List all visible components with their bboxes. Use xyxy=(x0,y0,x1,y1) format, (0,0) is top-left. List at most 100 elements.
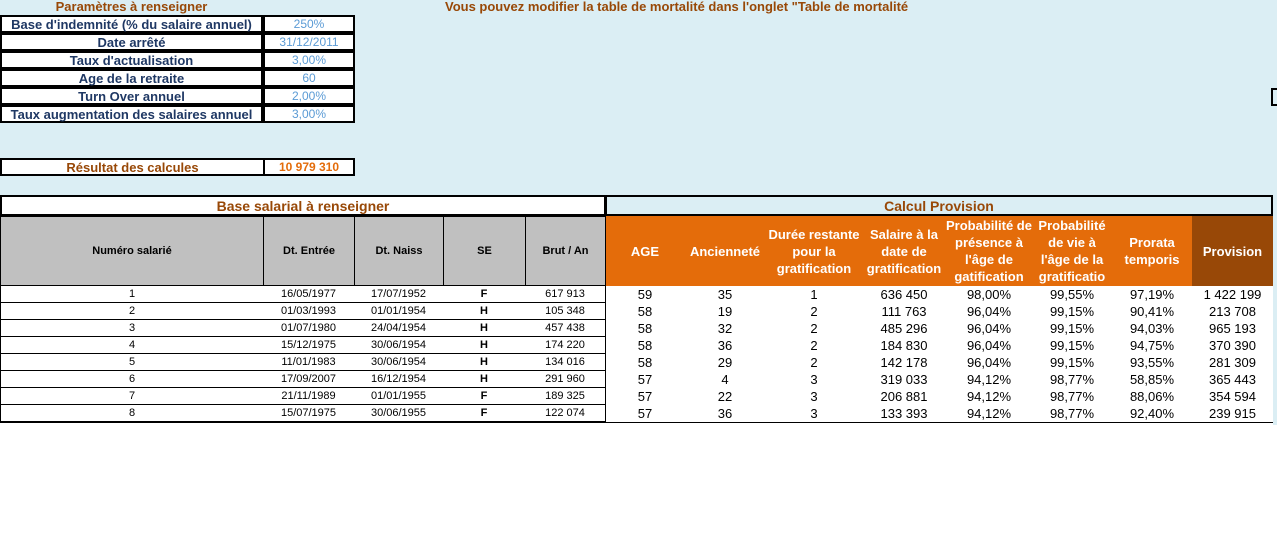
cell-duree[interactable]: 2 xyxy=(766,320,862,337)
cell-se[interactable]: F xyxy=(443,405,526,422)
cell-se[interactable]: H xyxy=(443,354,526,371)
cell-age[interactable]: 57 xyxy=(606,405,684,422)
cell-presence[interactable]: 94,12% xyxy=(946,405,1032,422)
cell-duree[interactable]: 3 xyxy=(766,388,862,405)
cell-entree[interactable]: 16/05/1977 xyxy=(263,286,355,303)
param-value-turn-over[interactable]: 2,00% xyxy=(263,87,355,105)
cell-vie[interactable]: 99,15% xyxy=(1032,337,1112,354)
cell-num[interactable]: 2 xyxy=(0,303,264,320)
cell-naiss[interactable]: 01/01/1955 xyxy=(354,388,444,405)
cell-vie[interactable]: 98,77% xyxy=(1032,405,1112,422)
cell-brut[interactable]: 105 348 xyxy=(525,303,606,320)
cell-entree[interactable]: 15/07/1975 xyxy=(263,405,355,422)
cell-salaire[interactable]: 206 881 xyxy=(862,388,946,405)
cell-age[interactable]: 58 xyxy=(606,303,684,320)
cell-duree[interactable]: 2 xyxy=(766,337,862,354)
cell-duree[interactable]: 3 xyxy=(766,405,862,422)
cell-entree[interactable]: 21/11/1989 xyxy=(263,388,355,405)
cell-prorata[interactable]: 94,03% xyxy=(1112,320,1192,337)
param-value-base-indemnite[interactable]: 250% xyxy=(263,15,355,33)
cell-prorata[interactable]: 97,19% xyxy=(1112,286,1192,303)
cell-se[interactable]: H xyxy=(443,337,526,354)
cell-provision[interactable]: 281 309 xyxy=(1192,354,1273,371)
cell-anc[interactable]: 22 xyxy=(684,388,766,405)
param-value-age-retraite[interactable]: 60 xyxy=(263,69,355,87)
cell-se[interactable]: F xyxy=(443,388,526,405)
cell-naiss[interactable]: 17/07/1952 xyxy=(354,286,444,303)
cell-vie[interactable]: 98,77% xyxy=(1032,388,1112,405)
cell-entree[interactable]: 01/07/1980 xyxy=(263,320,355,337)
cell-presence[interactable]: 96,04% xyxy=(946,354,1032,371)
cell-num[interactable]: 6 xyxy=(0,371,264,388)
cell-entree[interactable]: 01/03/1993 xyxy=(263,303,355,320)
cell-anc[interactable]: 36 xyxy=(684,337,766,354)
cell-vie[interactable]: 98,77% xyxy=(1032,371,1112,388)
cell-vie[interactable]: 99,15% xyxy=(1032,354,1112,371)
cell-age[interactable]: 57 xyxy=(606,371,684,388)
cell-vie[interactable]: 99,15% xyxy=(1032,303,1112,320)
cell-duree[interactable]: 2 xyxy=(766,303,862,320)
cell-num[interactable]: 5 xyxy=(0,354,264,371)
cell-provision[interactable]: 370 390 xyxy=(1192,337,1273,354)
cell-prorata[interactable]: 94,75% xyxy=(1112,337,1192,354)
cell-prorata[interactable]: 93,55% xyxy=(1112,354,1192,371)
cell-naiss[interactable]: 30/06/1955 xyxy=(354,405,444,422)
cell-naiss[interactable]: 01/01/1954 xyxy=(354,303,444,320)
param-value-taux-augmentation[interactable]: 3,00% xyxy=(263,105,355,123)
cell-anc[interactable]: 36 xyxy=(684,405,766,422)
param-value-taux-actualisation[interactable]: 3,00% xyxy=(263,51,355,69)
cell-vie[interactable]: 99,15% xyxy=(1032,320,1112,337)
cell-salaire[interactable]: 142 178 xyxy=(862,354,946,371)
cell-salaire[interactable]: 133 393 xyxy=(862,405,946,422)
cell-provision[interactable]: 365 443 xyxy=(1192,371,1273,388)
cell-age[interactable]: 58 xyxy=(606,337,684,354)
cell-prorata[interactable]: 90,41% xyxy=(1112,303,1192,320)
cell-age[interactable]: 58 xyxy=(606,320,684,337)
cell-anc[interactable]: 35 xyxy=(684,286,766,303)
cell-naiss[interactable]: 30/06/1954 xyxy=(354,354,444,371)
cell-provision[interactable]: 354 594 xyxy=(1192,388,1273,405)
cell-brut[interactable]: 617 913 xyxy=(525,286,606,303)
cell-salaire[interactable]: 319 033 xyxy=(862,371,946,388)
cell-duree[interactable]: 3 xyxy=(766,371,862,388)
cell-naiss[interactable]: 24/04/1954 xyxy=(354,320,444,337)
cell-salaire[interactable]: 485 296 xyxy=(862,320,946,337)
cell-presence[interactable]: 96,04% xyxy=(946,337,1032,354)
cell-se[interactable]: H xyxy=(443,303,526,320)
param-value-date-arrete[interactable]: 31/12/2011 xyxy=(263,33,355,51)
cell-entree[interactable]: 11/01/1983 xyxy=(263,354,355,371)
cell-duree[interactable]: 1 xyxy=(766,286,862,303)
cell-brut[interactable]: 134 016 xyxy=(525,354,606,371)
cell-vie[interactable]: 99,55% xyxy=(1032,286,1112,303)
cell-salaire[interactable]: 111 763 xyxy=(862,303,946,320)
cell-brut[interactable]: 291 960 xyxy=(525,371,606,388)
cell-brut[interactable]: 457 438 xyxy=(525,320,606,337)
cell-prorata[interactable]: 92,40% xyxy=(1112,405,1192,422)
cell-age[interactable]: 59 xyxy=(606,286,684,303)
cell-presence[interactable]: 96,04% xyxy=(946,303,1032,320)
cell-num[interactable]: 1 xyxy=(0,286,264,303)
cell-se[interactable]: H xyxy=(443,320,526,337)
cell-anc[interactable]: 4 xyxy=(684,371,766,388)
cell-provision[interactable]: 965 193 xyxy=(1192,320,1273,337)
cell-presence[interactable]: 94,12% xyxy=(946,388,1032,405)
cell-provision[interactable]: 213 708 xyxy=(1192,303,1273,320)
cell-brut[interactable]: 174 220 xyxy=(525,337,606,354)
cell-se[interactable]: F xyxy=(443,286,526,303)
cell-anc[interactable]: 29 xyxy=(684,354,766,371)
cell-num[interactable]: 3 xyxy=(0,320,264,337)
cell-num[interactable]: 8 xyxy=(0,405,264,422)
cell-brut[interactable]: 122 074 xyxy=(525,405,606,422)
cell-age[interactable]: 58 xyxy=(606,354,684,371)
cell-presence[interactable]: 94,12% xyxy=(946,371,1032,388)
cell-num[interactable]: 4 xyxy=(0,337,264,354)
cell-provision[interactable]: 239 915 xyxy=(1192,405,1273,422)
cell-salaire[interactable]: 636 450 xyxy=(862,286,946,303)
cell-se[interactable]: H xyxy=(443,371,526,388)
cell-duree[interactable]: 2 xyxy=(766,354,862,371)
cell-provision[interactable]: 1 422 199 xyxy=(1192,286,1273,303)
cell-prorata[interactable]: 88,06% xyxy=(1112,388,1192,405)
cell-anc[interactable]: 32 xyxy=(684,320,766,337)
cell-prorata[interactable]: 58,85% xyxy=(1112,371,1192,388)
cell-entree[interactable]: 15/12/1975 xyxy=(263,337,355,354)
